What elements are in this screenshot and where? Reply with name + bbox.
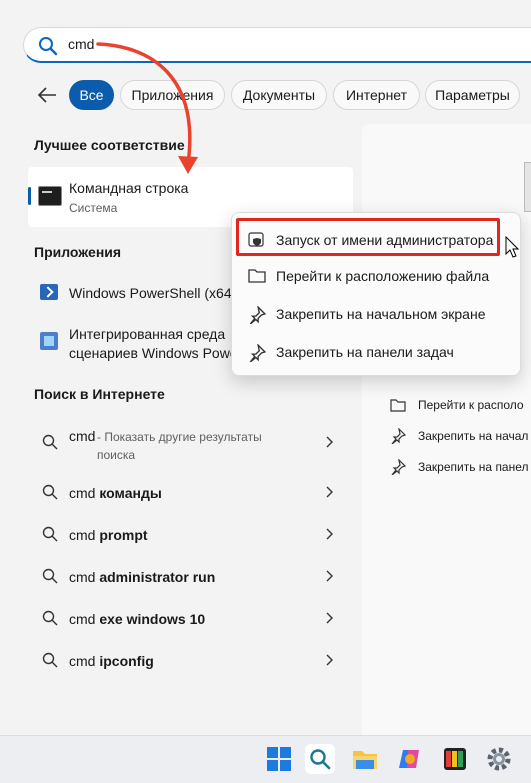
apps-heading: Приложения — [34, 244, 122, 260]
search-icon — [42, 610, 58, 626]
pin-icon — [391, 428, 406, 444]
web-item-cmd[interactable]: cmd - Показать другие результаты поиска — [28, 420, 353, 466]
back-arrow-icon[interactable] — [36, 84, 58, 106]
windows-start-icon[interactable] — [264, 744, 294, 774]
web-item[interactable]: cmd exe windows 10 — [28, 600, 353, 640]
web-item-label: cmd exe windows 10 — [69, 611, 206, 627]
web-search-heading: Поиск в Интернете — [34, 386, 165, 402]
chevron-right-icon — [326, 528, 333, 540]
web-item[interactable]: cmd prompt — [28, 516, 353, 556]
file-explorer-icon[interactable] — [350, 744, 380, 774]
web-item-label: cmd команды — [69, 485, 162, 501]
web-item[interactable]: cmd команды — [28, 474, 353, 514]
web-term: cmd — [69, 428, 96, 444]
pin-icon — [249, 306, 266, 324]
web-item-label: cmd administrator run — [69, 569, 216, 585]
best-match-subtitle: Система — [69, 201, 118, 215]
chevron-right-icon — [326, 570, 333, 582]
details-action-pin-start[interactable]: Закрепить на начал — [390, 427, 531, 447]
copilot-icon[interactable] — [395, 744, 425, 774]
powershell-icon — [40, 284, 58, 300]
chevron-right-icon — [326, 436, 333, 448]
media-app-icon[interactable] — [440, 744, 470, 774]
search-icon — [42, 652, 58, 668]
app-preview-icon — [524, 162, 531, 212]
menu-item-pin-to-start[interactable]: Закрепить на начальном экране — [246, 297, 506, 331]
pin-icon — [391, 459, 406, 475]
web-item-label: cmd prompt — [69, 527, 148, 543]
menu-item-pin-to-taskbar[interactable]: Закрепить на панели задач — [246, 335, 506, 369]
selection-indicator — [28, 187, 31, 205]
search-icon — [310, 749, 331, 770]
taskbar-search-button[interactable] — [305, 744, 335, 774]
details-action-pin-taskbar[interactable]: Закрепить на панел — [390, 458, 531, 478]
search-icon — [42, 568, 58, 584]
menu-item-open-file-location[interactable]: Перейти к расположению файла — [246, 259, 506, 293]
search-icon — [42, 526, 58, 542]
web-item-label: cmd ipconfig — [69, 653, 154, 669]
search-icon — [42, 484, 58, 500]
search-icon — [42, 434, 58, 450]
highlight-box — [236, 218, 500, 256]
folder-icon — [390, 399, 406, 412]
search-icon — [39, 37, 58, 56]
best-match-title: Командная строка — [69, 180, 189, 196]
settings-gear-icon[interactable] — [484, 744, 514, 774]
app-label: Windows PowerShell (x64) — [69, 285, 237, 301]
powershell-ise-icon — [40, 332, 58, 350]
tab-settings[interactable]: Параметры — [425, 80, 520, 110]
web-hint-line2: поиска — [97, 448, 136, 462]
mouse-cursor-icon — [505, 236, 519, 258]
web-item[interactable]: cmd ipconfig — [28, 642, 353, 682]
details-action-open-location[interactable]: Перейти к располо — [390, 396, 531, 416]
app-label-line1: Интегрированная среда — [69, 326, 226, 342]
pin-icon — [249, 344, 266, 362]
web-hint: - Показать другие результаты — [97, 430, 262, 444]
taskbar — [0, 735, 531, 783]
chevron-right-icon — [326, 486, 333, 498]
tab-documents[interactable]: Документы — [231, 80, 327, 110]
folder-icon — [248, 269, 266, 283]
start-search-panel: cmd Все Приложения Документы Интернет Па… — [0, 0, 531, 744]
command-prompt-icon — [38, 186, 62, 206]
chevron-right-icon — [326, 654, 333, 666]
app-label-line2: сценариев Windows Powe — [69, 345, 238, 361]
chevron-right-icon — [326, 612, 333, 624]
annotation-arrow — [96, 42, 198, 174]
tab-internet[interactable]: Интернет — [333, 80, 420, 110]
web-item[interactable]: cmd administrator run — [28, 558, 353, 598]
